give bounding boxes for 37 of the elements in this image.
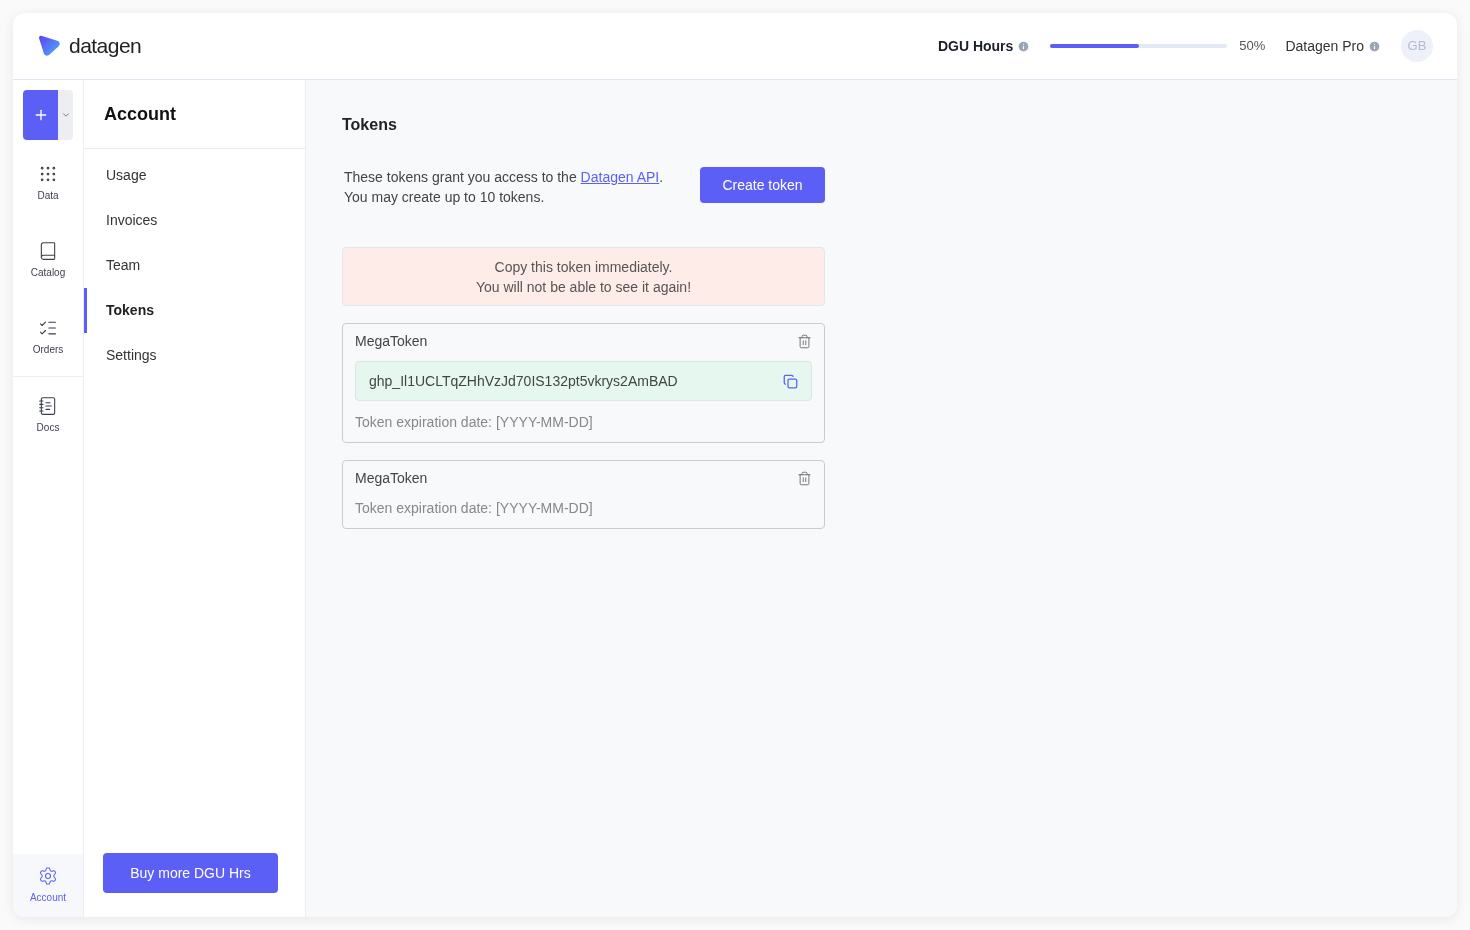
token-name: MegaToken: [355, 468, 428, 488]
rail-item[interactable]: Account: [13, 854, 83, 917]
expiry-label: Token expiration date:: [355, 499, 492, 518]
buy-button[interactable]: Buy more DGU Hrs: [103, 853, 278, 893]
subnav-item[interactable]: Usage: [84, 153, 305, 198]
delete-icon[interactable]: [797, 333, 812, 349]
expiry-date: [YYYY-MM-DD]: [496, 499, 593, 518]
copy-icon[interactable]: [783, 373, 798, 389]
subnav-item[interactable]: Team: [84, 243, 305, 288]
create-token-button[interactable]: Create token: [700, 167, 825, 203]
subnav-item[interactable]: Invoices: [84, 198, 305, 243]
rail-item[interactable]: Data: [13, 152, 83, 215]
delete-icon[interactable]: [797, 470, 812, 486]
expiry-label: Token expiration date:: [355, 413, 492, 432]
rail-item[interactable]: Catalog: [13, 229, 83, 292]
subnav-item[interactable]: Settings: [84, 333, 305, 378]
limit-text: You may create up to 10 tokens.: [344, 188, 546, 207]
plan-name: Datagen Pro: [1285, 36, 1364, 56]
info-icon: [1368, 39, 1381, 53]
caret-icon: [60, 110, 71, 120]
intro-text: These tokens grant you access to the Datagen API.: [344, 168, 664, 187]
rail-item[interactable]: Orders: [13, 306, 83, 369]
brand-name: datagen: [69, 33, 142, 60]
token-value-field[interactable]: ghp_Il1UCLTqZHhVzJd70IS132pt5vkrys2AmBAD: [355, 361, 812, 401]
page-title: Tokens: [342, 115, 398, 135]
rail-item[interactable]: Docs: [13, 384, 83, 447]
add-button[interactable]: [23, 90, 58, 140]
usage-reading: 50%: [1239, 37, 1266, 56]
api-link[interactable]: Datagen API: [580, 169, 660, 185]
section-title: Account: [104, 102, 176, 126]
info-icon: [1017, 39, 1031, 53]
warning-text: Copy this token immediately.: [494, 257, 673, 277]
warning-text: You will not be able to see it again!: [475, 277, 692, 297]
expiry-date: [YYYY-MM-DD]: [496, 413, 593, 432]
usage-label: DGU Hours: [937, 36, 1014, 56]
token-name: MegaToken: [355, 331, 428, 351]
logo-icon: [37, 35, 61, 57]
